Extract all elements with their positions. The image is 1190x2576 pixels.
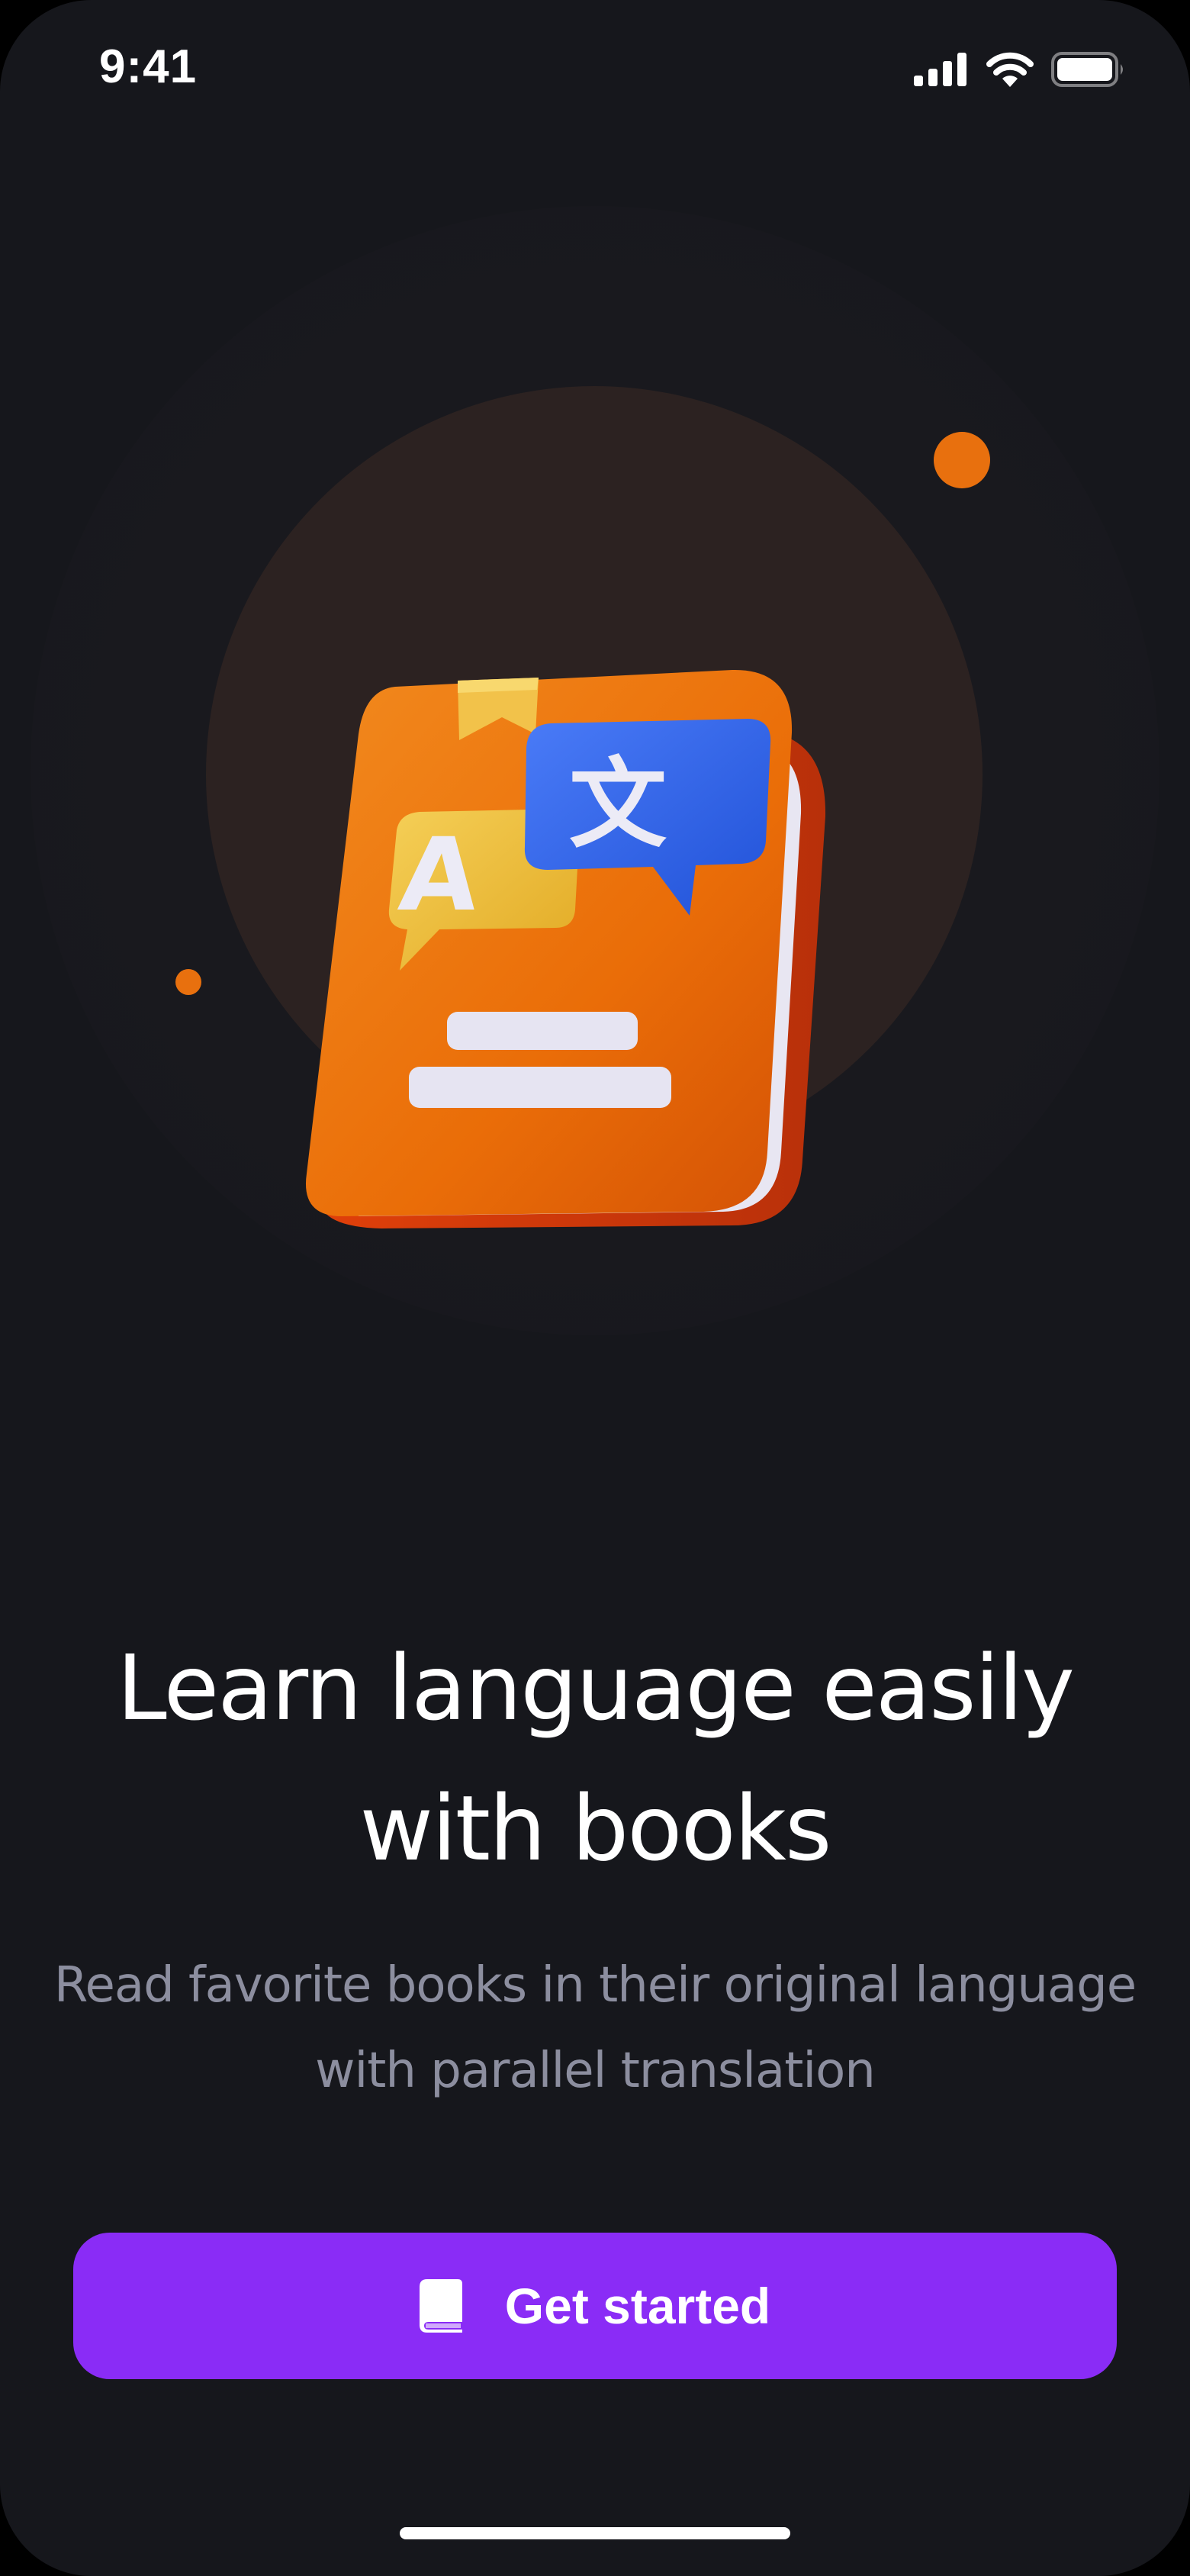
decorative-dot-small [175,969,201,995]
book-icon [419,2279,462,2333]
subtitle-line-1: Read favorite books in their original la… [53,1957,1137,2014]
subtitle-line-2: with parallel translation [315,2043,876,2099]
translate-book-illustration: A 文 [305,664,839,1244]
svg-text:文: 文 [569,748,667,861]
decorative-dot-large [934,432,990,488]
title-line-1: Learn language easily [117,1635,1075,1740]
onboarding-screen: 9:41 A 文 Learn language easily with book… [0,0,1190,2576]
get-started-label: Get started [504,2278,771,2334]
title-line-2: with books [359,1776,832,1881]
onboarding-subtitle: Read favorite books in their original la… [46,1943,1144,2114]
get-started-button[interactable]: Get started [73,2233,1117,2379]
home-indicator[interactable] [400,2527,790,2539]
hero-section: A 文 [0,0,1190,1373]
svg-text:A: A [394,816,484,934]
onboarding-title: Learn language easily with books [61,1618,1129,1898]
